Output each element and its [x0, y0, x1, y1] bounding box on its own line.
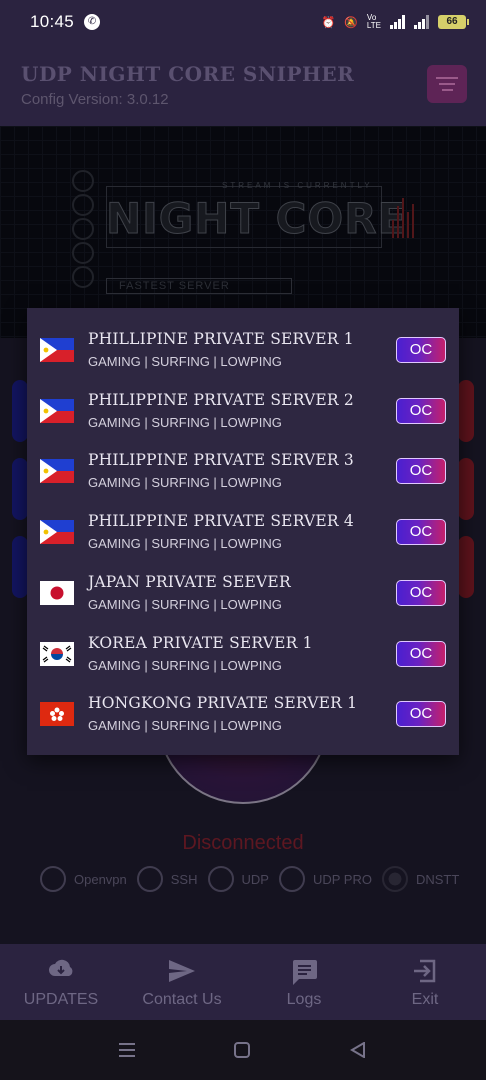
server-name: PHILIPPINE PRIVATE SERVER 4 [88, 512, 354, 531]
korea-flag-icon [40, 641, 74, 666]
server-description: GAMING | SURFING | LOWPING [88, 536, 282, 552]
clock: 10:45 [30, 12, 75, 31]
server-list-dialog: PHILLIPINE PRIVATE SERVER 1 GAMING | SURF… [27, 308, 459, 755]
server-badge-button[interactable]: OC [396, 397, 446, 424]
bottom-nav: UPDATES Contact Us Logs Exit [0, 944, 486, 1020]
app-header: UDP NIGHT CORE SNIPHER Config Version: 3… [0, 44, 486, 126]
volte-icon: Vo LTE [366, 13, 381, 30]
nav-logs[interactable]: Logs [284, 944, 324, 1020]
server-description: GAMING | SURFING | LOWPING [88, 657, 282, 673]
config-version: Config Version: 3.0.12 [21, 91, 169, 108]
server-badge-button[interactable]: OC [396, 579, 446, 606]
hongkong-flag-icon [40, 702, 74, 727]
nav-contact[interactable]: Contact Us [140, 944, 224, 1020]
server-row[interactable]: PHILLIPINE PRIVATE SERVER 1 GAMING | SURF… [27, 308, 459, 369]
server-row[interactable]: KOREA PRIVATE SERVER 1 GAMING | SURFING |… [27, 612, 459, 673]
battery-icon: 66 [438, 15, 469, 29]
menu-button[interactable] [427, 65, 467, 103]
server-name: PHILIPPINE PRIVATE SERVER 3 [88, 451, 354, 470]
server-description: GAMING | SURFING | LOWPING [88, 596, 282, 612]
system-nav-bar [0, 1020, 486, 1080]
menu-line-icon [436, 77, 458, 79]
home-icon[interactable] [234, 1042, 250, 1058]
signal-icon [390, 15, 405, 29]
status-bar: 10:45 ✆ ⏰ 🔕 Vo LTE 66 [0, 0, 486, 44]
server-name: JAPAN PRIVATE SEEVER [88, 572, 291, 591]
philippines-flag-icon [40, 398, 74, 423]
server-row[interactable]: PHILIPPINE PRIVATE SERVER 2 GAMING | SURF… [27, 369, 459, 430]
server-row[interactable]: HONGKONG PRIVATE SERVER 1 GAMING | SURFIN… [27, 672, 459, 734]
server-description: GAMING | SURFING | LOWPING [88, 475, 282, 491]
server-badge-button[interactable]: OC [396, 337, 446, 363]
server-description: GAMING | SURFING | LOWPING [88, 354, 282, 369]
server-name: HONGKONG PRIVATE SERVER 1 [88, 694, 358, 713]
server-row[interactable]: JAPAN PRIVATE SEEVER GAMING | SURFING | L… [27, 551, 459, 612]
server-row[interactable]: PHILIPPINE PRIVATE SERVER 3 GAMING | SURF… [27, 429, 459, 491]
nav-exit[interactable]: Exit [408, 944, 442, 1020]
server-description: GAMING | SURFING | LOWPING [88, 414, 282, 430]
status-icons: ⏰ 🔕 Vo LTE 66 [321, 13, 469, 30]
philippines-flag-icon [40, 459, 74, 484]
nav-updates[interactable]: UPDATES [20, 944, 102, 1020]
menu-line-icon [439, 83, 455, 85]
server-row[interactable]: PHILIPPINE PRIVATE SERVER 4 GAMING | SURF… [27, 490, 459, 552]
server-description: GAMING | SURFING | LOWPING [88, 718, 282, 734]
signal-2-icon [414, 15, 429, 29]
cloud-download-icon [49, 959, 73, 976]
server-badge-button[interactable]: OC [396, 458, 446, 485]
philippines-flag-icon [40, 520, 74, 545]
japan-flag-icon [40, 580, 74, 605]
server-badge-button[interactable]: OC [396, 519, 446, 546]
server-name: PHILLIPINE PRIVATE SERVER 1 [88, 330, 354, 348]
message-icon [293, 960, 317, 985]
send-icon [169, 960, 195, 982]
server-name: PHILIPPINE PRIVATE SERVER 2 [88, 390, 354, 409]
exit-icon [414, 959, 436, 983]
back-icon[interactable] [350, 1042, 366, 1058]
recents-icon[interactable] [118, 1042, 136, 1058]
messenger-icon: ✆ [84, 14, 101, 30]
server-badge-button[interactable]: OC [396, 640, 446, 667]
alarm-icon: ⏰ [321, 16, 336, 29]
server-name: KOREA PRIVATE SERVER 1 [88, 633, 313, 652]
mute-icon: 🔕 [344, 16, 358, 29]
server-badge-button[interactable]: OC [396, 701, 446, 728]
app-title: UDP NIGHT CORE SNIPHER [21, 62, 355, 86]
philippines-flag-icon [40, 338, 74, 362]
menu-line-icon [441, 89, 453, 91]
